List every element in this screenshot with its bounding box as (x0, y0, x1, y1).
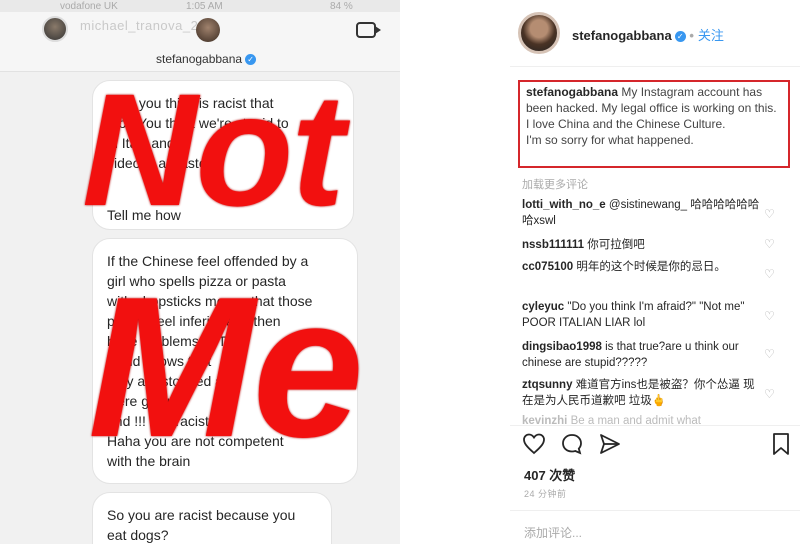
dot-separator: • (689, 28, 694, 43)
divider (510, 66, 800, 67)
clock: 1:05 AM (186, 1, 223, 12)
carrier-label: vodafone UK (60, 1, 118, 12)
caption-line: I love China and the Chinese Culture. (526, 117, 726, 131)
share-icon[interactable] (598, 432, 622, 456)
comment-user[interactable]: kevinzhi (522, 415, 567, 425)
comment-user[interactable]: lotti_with_no_e (522, 199, 606, 211)
dm-screenshot: vodafone UK 1:05 AM 84 % michael_tranova… (0, 0, 400, 544)
top-username: michael_tranova_280 (80, 18, 214, 33)
like-count[interactable]: 407 次赞 (524, 465, 575, 484)
like-comment-heart-icon[interactable]: ♡ (764, 268, 776, 280)
caption-username[interactable]: stefanogabbana (526, 85, 618, 99)
comment-text: Be a man and admit what (570, 415, 702, 425)
caption-highlight: stefanogabbana My Instagram account has … (518, 80, 790, 168)
comment: nssb111111 你可拉倒吧 (522, 238, 762, 254)
avatar[interactable] (42, 16, 68, 42)
load-more-comments-link[interactable]: 加载更多评论 (522, 176, 588, 192)
battery-label: 84 % (330, 1, 353, 12)
comment-user[interactable]: ztqsunny (522, 379, 572, 391)
message-bubble: So you are racist because you eat dogs? (92, 492, 332, 544)
message-text: So you are racist because you eat dogs? (107, 507, 296, 543)
instagram-post: stefanogabbana ✓ • 关注 stefanogabbana My In… (400, 0, 800, 544)
comment: cc075100 明年的这个时候是你的忌日。 (522, 260, 762, 276)
comment: ztqsunny 难道官方ins也是被盗？你个怂逼 现在是为人民币道歉吧 垃圾🖕 (522, 378, 762, 409)
heart-icon[interactable] (522, 432, 546, 456)
comment-user[interactable]: cyleyuc (522, 301, 564, 313)
comment-text: 明年的这个时候是你的忌日。 (576, 261, 726, 273)
like-comment-heart-icon[interactable]: ♡ (764, 348, 776, 360)
avatar[interactable] (518, 12, 560, 54)
divider (510, 425, 800, 426)
comment-text: 你可拉倒吧 (587, 239, 645, 251)
comment: kevinzhi Be a man and admit what (522, 414, 762, 425)
comment-user[interactable]: cc075100 (522, 261, 573, 273)
caption-line: I'm so sorry for what happened. (526, 133, 694, 147)
comment-user[interactable]: dingsibao1998 (522, 341, 602, 353)
thread-avatar[interactable] (196, 18, 220, 42)
follow-button[interactable]: 关注 (698, 28, 724, 43)
like-comment-heart-icon[interactable]: ♡ (764, 388, 776, 400)
post-username[interactable]: stefanogabbana (572, 28, 672, 43)
add-comment-input[interactable]: 添加评论... (524, 524, 582, 541)
like-comment-heart-icon[interactable]: ♡ (764, 310, 776, 322)
post-timestamp: 24 分钟前 (524, 489, 567, 499)
overlay-text-me: Me (88, 256, 364, 479)
comment-user[interactable]: nssb111111 (522, 239, 584, 251)
like-comment-heart-icon[interactable]: ♡ (764, 208, 776, 220)
verified-badge-icon: ✓ (674, 31, 686, 43)
video-call-icon[interactable] (356, 22, 381, 38)
bookmark-icon[interactable] (770, 432, 792, 456)
comment: cyleyuc "Do you think I'm afraid?" "Not … (522, 300, 762, 331)
divider (510, 510, 800, 511)
comment: dingsibao1998 is that true?are u think o… (522, 340, 762, 371)
post-header: stefanogabbana ✓ • 关注 (572, 25, 724, 44)
comment-icon[interactable] (560, 432, 584, 456)
comment: lotti_with_no_e @sistinewang_ 哈哈哈哈哈哈哈xsw… (522, 198, 762, 229)
overlay-text-not: Not (82, 60, 345, 239)
like-comment-heart-icon[interactable]: ♡ (764, 238, 776, 250)
